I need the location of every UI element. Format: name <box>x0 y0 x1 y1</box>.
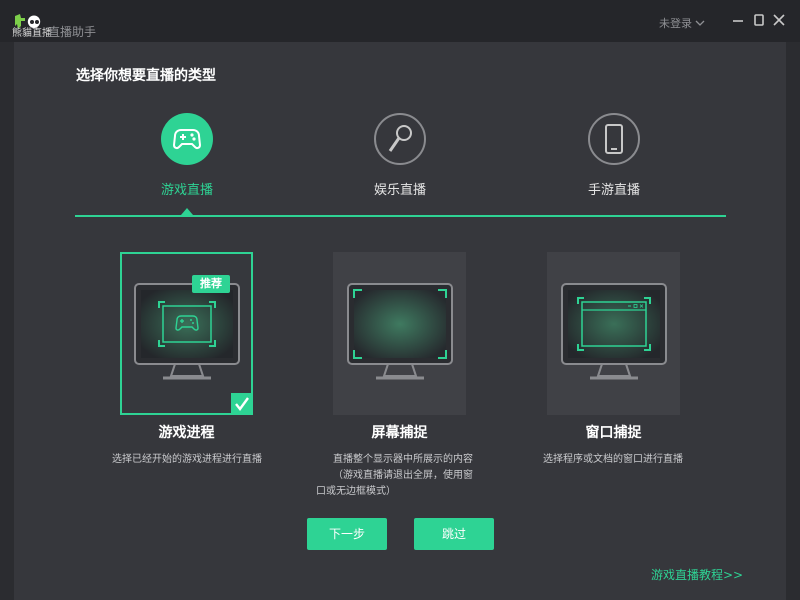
screen-capture-title: 屏幕捕捉 <box>371 425 428 441</box>
window-capture-desc: 选择程序或文档的窗口进行直播 <box>543 454 683 465</box>
maximize-icon[interactable] <box>751 12 767 28</box>
monitor-window-icon <box>561 283 667 380</box>
next-button[interactable]: 下一步 <box>307 518 387 550</box>
microphone-icon <box>374 113 426 165</box>
gamepad-icon <box>161 113 213 165</box>
screen-capture-desc-line: 直播整个显示器中所展示的内容 <box>333 454 473 465</box>
card-screen-capture[interactable] <box>333 252 466 415</box>
tab-game-live[interactable]: 游戏直播 <box>127 113 247 198</box>
title-bar: 熊貓直播 直播助手 未登录 <box>0 0 800 42</box>
tab-indicator <box>181 208 193 215</box>
skip-button[interactable]: 跳过 <box>414 518 494 550</box>
screen-capture-desc-line: （游戏直播请退出全屏，使用窗 <box>333 470 473 481</box>
close-icon[interactable] <box>771 12 787 28</box>
tab-game-live-label: 游戏直播 <box>160 183 213 198</box>
game-process-title: 游戏进程 <box>158 425 215 441</box>
window-capture-title: 窗口捕捉 <box>585 425 642 441</box>
monitor-game-icon <box>134 283 240 380</box>
tab-entertainment-live-label: 娱乐直播 <box>373 183 426 198</box>
login-label: 未登录 <box>659 17 692 30</box>
tab-entertainment-live[interactable]: 娱乐直播 <box>340 113 460 198</box>
checkmark-icon <box>231 393 253 415</box>
monitor-screen-icon <box>347 283 453 380</box>
tab-mobile-game-live[interactable]: 手游直播 <box>554 113 674 198</box>
tab-divider <box>75 215 726 217</box>
login-dropdown[interactable]: 未登录 <box>659 15 705 31</box>
screen-capture-desc: 直播整个显示器中所展示的内容 （游戏直播请退出全屏，使用窗 口或无边框模式） <box>310 452 496 500</box>
chevron-down-icon <box>695 20 705 26</box>
recommend-badge: 推荐 <box>192 275 230 293</box>
minimize-icon[interactable] <box>730 12 746 28</box>
card-game-process[interactable]: 推荐 <box>120 252 253 415</box>
page-title: 选择你想要直播的类型 <box>76 68 216 84</box>
phone-icon <box>588 113 640 165</box>
card-window-capture[interactable] <box>547 252 680 415</box>
screen-capture-desc-line: 口或无边框模式） <box>316 486 396 497</box>
tutorial-link[interactable]: 游戏直播教程>> <box>651 566 743 583</box>
logo-text: 熊貓直播 <box>12 28 52 39</box>
game-process-desc: 选择已经开始的游戏进程进行直播 <box>112 454 262 465</box>
tab-mobile-game-live-label: 手游直播 <box>587 183 640 198</box>
app-name: 直播助手 <box>48 25 97 39</box>
